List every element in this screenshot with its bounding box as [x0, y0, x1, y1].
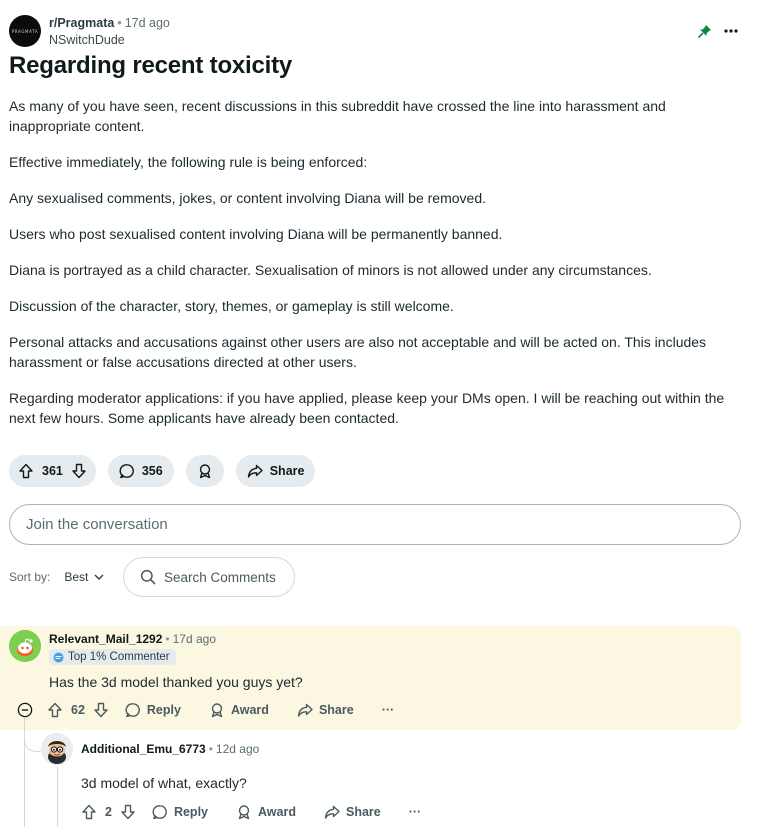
upvote-icon[interactable]: [81, 804, 97, 820]
collapse-icon[interactable]: [17, 702, 33, 718]
thread-line: [24, 718, 25, 827]
more-icon[interactable]: ···: [382, 703, 395, 717]
reply-icon: [125, 702, 141, 718]
post-paragraph: Effective immediately, the following rul…: [9, 154, 368, 170]
thread-branch: [24, 736, 41, 752]
meta-separator: •: [165, 632, 170, 646]
comment-vote-count: 2: [105, 805, 112, 819]
post-header: PRAGMATA r/Pragmata • 17d ago NSwitchDude: [9, 14, 749, 48]
search-placeholder: Search Comments: [164, 569, 276, 585]
post-paragraph: Any sexualised comments, jokes, or conte…: [9, 190, 487, 206]
post-paragraph: As many of you have seen, recent discuss…: [9, 98, 666, 134]
comment-vote-count: 62: [71, 703, 85, 717]
sort-label: Sort by:: [9, 570, 51, 584]
comment-time: 12d ago: [215, 742, 260, 756]
post-paragraph: Users who post sexualised content involv…: [9, 226, 503, 242]
comment-actions: 62 Reply Award Share ···: [17, 700, 394, 720]
comment-username[interactable]: Additional_Emu_6773: [81, 742, 206, 756]
subreddit-name[interactable]: r/Pragmata: [49, 16, 114, 30]
reply-label: Reply: [146, 703, 181, 717]
post-paragraph: Diana is portrayed as a child character.…: [9, 262, 652, 278]
subreddit-avatar-text: PRAGMATA: [11, 28, 39, 34]
comment-time: 17d ago: [172, 632, 216, 646]
award-label: Award: [230, 703, 269, 717]
reply-label: Reply: [173, 805, 208, 819]
comment-count: 356: [141, 464, 163, 478]
award-button[interactable]: Award: [209, 702, 269, 718]
share-label: Share: [269, 464, 305, 478]
comment-icon: [119, 463, 135, 479]
avatar[interactable]: [9, 630, 41, 662]
sort-value: Best: [64, 570, 89, 584]
more-icon[interactable]: [722, 23, 740, 39]
sort-control: Sort by: Best: [9, 570, 104, 584]
award-button[interactable]: Award: [236, 804, 296, 820]
share-icon: [297, 702, 313, 718]
reply-icon: [152, 804, 168, 820]
award-icon: [236, 804, 252, 820]
comment-text: 3d model of what, exactly?: [81, 775, 247, 791]
top-commenter-badge: Top 1% Commenter: [49, 649, 176, 665]
comment-username[interactable]: Relevant_Mail_1292: [49, 632, 162, 646]
badge-icon: [53, 652, 64, 663]
pin-icon: [698, 24, 712, 38]
chevron-down-icon: [94, 574, 104, 580]
post-paragraph: Regarding moderator applications: if you…: [9, 390, 725, 426]
comment-header: Additional_Emu_6773 • 12d ago: [81, 742, 259, 756]
share-button[interactable]: Share: [324, 804, 381, 820]
share-button[interactable]: Share: [235, 455, 316, 487]
comment-actions: 2 Reply Award Share ···: [81, 802, 421, 822]
vote-pill: 361: [9, 455, 96, 487]
search-comments-input[interactable]: Search Comments: [123, 557, 295, 597]
share-icon: [247, 463, 263, 479]
comment-text: Has the 3d model thanked you guys yet?: [49, 674, 303, 690]
join-placeholder: Join the conversation: [26, 516, 168, 533]
thread-line: [57, 766, 58, 827]
upvote-icon[interactable]: [47, 702, 63, 718]
share-label: Share: [345, 805, 381, 819]
award-icon: [197, 463, 213, 479]
subreddit-avatar[interactable]: PRAGMATA: [9, 15, 41, 47]
award-label: Award: [258, 805, 296, 819]
comments-button[interactable]: 356: [107, 455, 174, 487]
comment-header: Relevant_Mail_1292 • 17d ago: [49, 632, 216, 646]
post-meta: r/Pragmata • 17d ago: [49, 16, 170, 30]
badge-label: Top 1% Commenter: [68, 651, 170, 663]
sort-select[interactable]: Best: [64, 570, 104, 584]
downvote-icon[interactable]: [93, 702, 109, 718]
share-label: Share: [318, 703, 354, 717]
post-time: 17d ago: [124, 16, 170, 30]
downvote-icon[interactable]: [120, 804, 136, 820]
reply-button[interactable]: Reply: [152, 804, 208, 820]
avatar[interactable]: [41, 733, 73, 765]
meta-separator: •: [117, 16, 122, 30]
post-title: Regarding recent toxicity: [9, 52, 293, 79]
share-icon: [324, 804, 340, 820]
upvote-icon[interactable]: [18, 463, 34, 479]
meta-separator: •: [208, 742, 213, 756]
post-author[interactable]: NSwitchDude: [49, 33, 125, 47]
award-icon: [209, 702, 225, 718]
award-button[interactable]: [185, 455, 224, 487]
post-paragraph: Personal attacks and accusations against…: [9, 334, 707, 370]
reply-button[interactable]: Reply: [125, 702, 181, 718]
post-paragraph: Discussion of the character, story, them…: [9, 298, 454, 314]
downvote-icon[interactable]: [71, 463, 87, 479]
vote-count: 361: [42, 464, 63, 478]
post-actions: 361 356 Share: [9, 455, 316, 487]
more-icon[interactable]: ···: [409, 805, 422, 819]
join-conversation-input[interactable]: Join the conversation: [9, 504, 741, 545]
search-icon: [140, 569, 156, 585]
share-button[interactable]: Share: [297, 702, 354, 718]
post-body: As many of you have seen, recent discuss…: [9, 96, 739, 444]
